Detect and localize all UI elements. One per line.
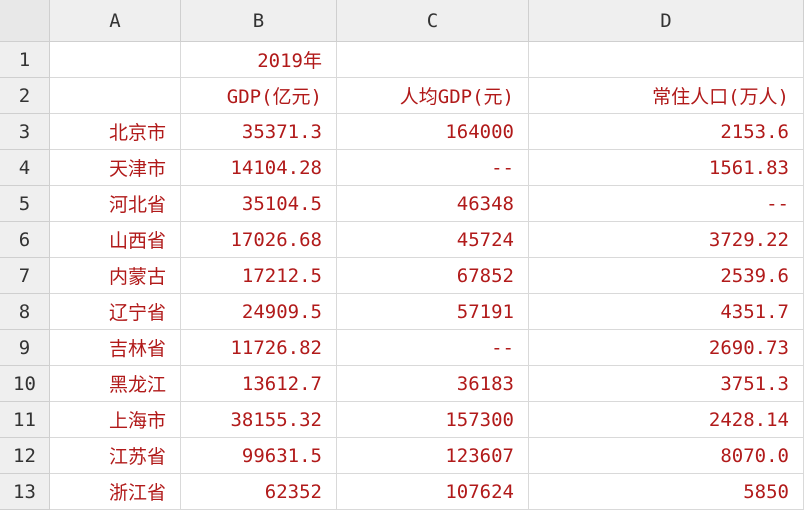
row-header[interactable]: 13 — [0, 474, 50, 510]
row-header[interactable]: 5 — [0, 186, 50, 222]
row-header[interactable]: 10 — [0, 366, 50, 402]
cell-d[interactable]: 1561.83 — [529, 150, 804, 186]
cell-c[interactable]: 45724 — [337, 222, 529, 258]
cell-a[interactable]: 河北省 — [50, 186, 181, 222]
cell-c[interactable]: 36183 — [337, 366, 529, 402]
row-header[interactable]: 3 — [0, 114, 50, 150]
cell-b[interactable]: 38155.32 — [181, 402, 337, 438]
cell-a[interactable] — [50, 78, 181, 114]
cell-d[interactable]: 3729.22 — [529, 222, 804, 258]
cell-a[interactable]: 吉林省 — [50, 330, 181, 366]
cell-c[interactable]: -- — [337, 150, 529, 186]
cell-a[interactable]: 内蒙古 — [50, 258, 181, 294]
row-header[interactable]: 2 — [0, 78, 50, 114]
cell-d[interactable]: -- — [529, 186, 804, 222]
cell-b[interactable]: 13612.7 — [181, 366, 337, 402]
cell-d[interactable]: 3751.3 — [529, 366, 804, 402]
cell-b[interactable]: 24909.5 — [181, 294, 337, 330]
cell-c[interactable]: 67852 — [337, 258, 529, 294]
cell-b[interactable]: GDP(亿元) — [181, 78, 337, 114]
row-header[interactable]: 7 — [0, 258, 50, 294]
spreadsheet-grid: A B C D 1 2019年 2 GDP(亿元) 人均GDP(元) 常住人口(万人) 3 北… — [0, 0, 804, 512]
cell-c[interactable] — [337, 42, 529, 78]
cell-c[interactable]: 人均GDP(元) — [337, 78, 529, 114]
column-header-d[interactable]: D — [529, 0, 804, 42]
column-header-b[interactable]: B — [181, 0, 337, 42]
cell-d[interactable]: 常住人口(万人) — [529, 78, 804, 114]
cell-c[interactable]: 164000 — [337, 114, 529, 150]
row-header[interactable]: 12 — [0, 438, 50, 474]
cell-a[interactable]: 浙江省 — [50, 474, 181, 510]
cell-c[interactable]: 107624 — [337, 474, 529, 510]
cell-b[interactable]: 14104.28 — [181, 150, 337, 186]
row-header[interactable]: 9 — [0, 330, 50, 366]
cell-b[interactable]: 35371.3 — [181, 114, 337, 150]
cell-b[interactable]: 11726.82 — [181, 330, 337, 366]
cell-d[interactable]: 2539.6 — [529, 258, 804, 294]
cell-b[interactable]: 17026.68 — [181, 222, 337, 258]
cell-d[interactable]: 5850 — [529, 474, 804, 510]
cell-a[interactable]: 黑龙江 — [50, 366, 181, 402]
cell-d[interactable]: 8070.0 — [529, 438, 804, 474]
cell-a[interactable]: 江苏省 — [50, 438, 181, 474]
cell-c[interactable]: 46348 — [337, 186, 529, 222]
cell-c[interactable]: -- — [337, 330, 529, 366]
cell-d[interactable]: 4351.7 — [529, 294, 804, 330]
cell-a[interactable]: 北京市 — [50, 114, 181, 150]
row-header[interactable]: 11 — [0, 402, 50, 438]
cell-a[interactable] — [50, 42, 181, 78]
row-header[interactable]: 1 — [0, 42, 50, 78]
row-header[interactable]: 4 — [0, 150, 50, 186]
cell-b[interactable]: 2019年 — [181, 42, 337, 78]
cell-a[interactable]: 辽宁省 — [50, 294, 181, 330]
column-header-a[interactable]: A — [50, 0, 181, 42]
cell-a[interactable]: 山西省 — [50, 222, 181, 258]
cell-b[interactable]: 35104.5 — [181, 186, 337, 222]
cell-d[interactable] — [529, 42, 804, 78]
cell-a[interactable]: 上海市 — [50, 402, 181, 438]
cell-d[interactable]: 2153.6 — [529, 114, 804, 150]
cell-b[interactable]: 62352 — [181, 474, 337, 510]
select-all-corner[interactable] — [0, 0, 50, 42]
column-header-c[interactable]: C — [337, 0, 529, 42]
cell-c[interactable]: 57191 — [337, 294, 529, 330]
cell-d[interactable]: 2690.73 — [529, 330, 804, 366]
cell-a[interactable]: 天津市 — [50, 150, 181, 186]
row-header[interactable]: 8 — [0, 294, 50, 330]
cell-d[interactable]: 2428.14 — [529, 402, 804, 438]
cell-c[interactable]: 123607 — [337, 438, 529, 474]
row-header[interactable]: 6 — [0, 222, 50, 258]
cell-c[interactable]: 157300 — [337, 402, 529, 438]
cell-b[interactable]: 17212.5 — [181, 258, 337, 294]
cell-b[interactable]: 99631.5 — [181, 438, 337, 474]
